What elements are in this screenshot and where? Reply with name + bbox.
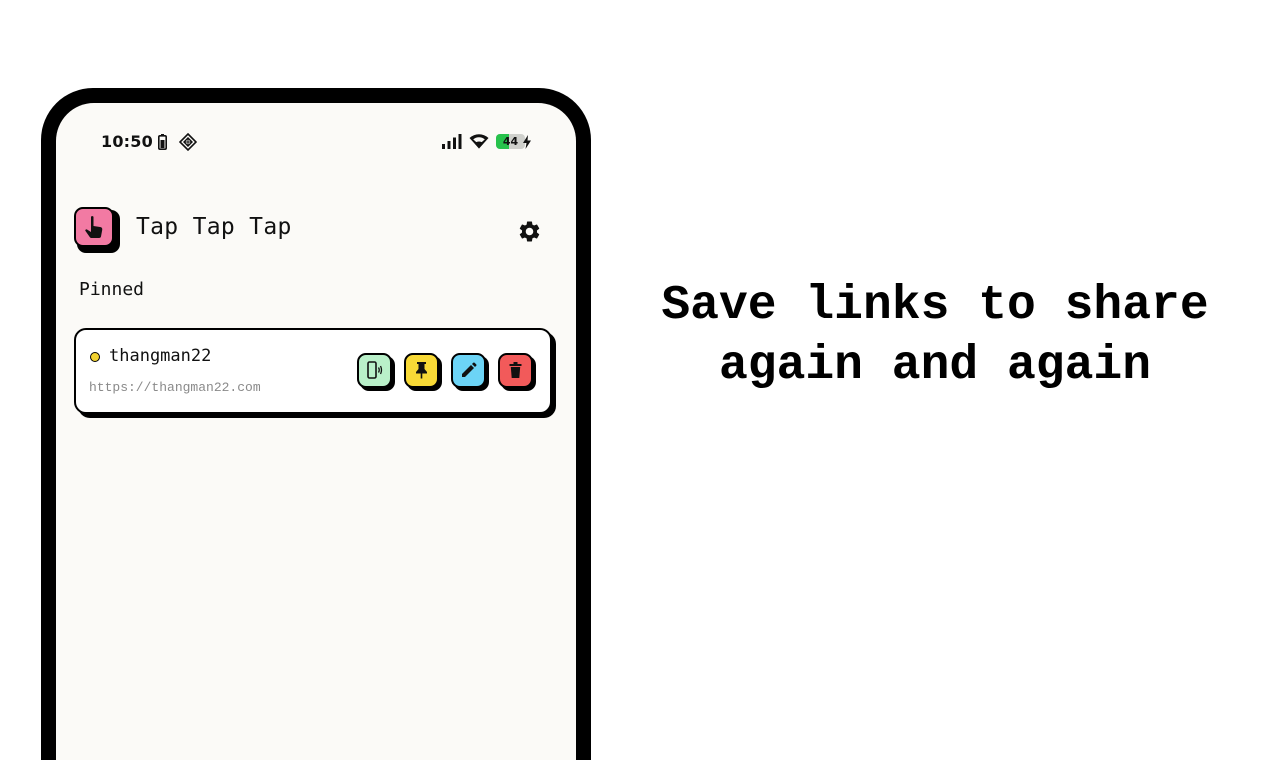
canvas: 10:50 44 Tap Tap Tap Pinned thangman22 h… xyxy=(0,0,1270,760)
marketing-headline: Save links to share again and again xyxy=(615,276,1255,396)
pencil-icon xyxy=(462,362,477,377)
card-body: thangman22 https://thangman22.com xyxy=(74,328,552,414)
gear-icon[interactable] xyxy=(517,219,542,244)
trash-icon xyxy=(509,362,522,378)
phone-tap-icon xyxy=(367,361,383,379)
pin-button[interactable] xyxy=(404,353,442,391)
headline-line-1: Save links to share xyxy=(661,279,1209,333)
headline-line-2: again and again xyxy=(718,339,1152,393)
link-name: thangman22 xyxy=(109,346,212,366)
phone-screen: 10:50 44 Tap Tap Tap Pinned thangman22 h… xyxy=(56,103,576,760)
pinned-link-card[interactable]: thangman22 https://thangman22.com xyxy=(74,328,556,420)
charging-bolt-icon xyxy=(523,135,531,149)
tap-finger-icon xyxy=(85,216,103,238)
status-dot xyxy=(90,352,100,362)
link-url: https://thangman22.com xyxy=(89,380,261,395)
edit-button[interactable] xyxy=(451,353,489,391)
battery-level: 44 xyxy=(502,135,519,148)
open-on-device-button[interactable] xyxy=(357,353,395,391)
diamond-notification-icon xyxy=(179,133,197,151)
app-logo xyxy=(74,207,120,253)
delete-button[interactable] xyxy=(498,353,536,391)
battery-icon: 44 xyxy=(496,134,525,149)
app-title: Tap Tap Tap xyxy=(136,214,292,240)
pin-icon xyxy=(416,362,427,379)
battery-saver-icon xyxy=(158,134,167,150)
wifi-icon xyxy=(469,134,489,149)
status-time: 10:50 xyxy=(101,132,153,151)
signal-icon xyxy=(442,134,462,149)
section-title-pinned: Pinned xyxy=(79,279,145,300)
